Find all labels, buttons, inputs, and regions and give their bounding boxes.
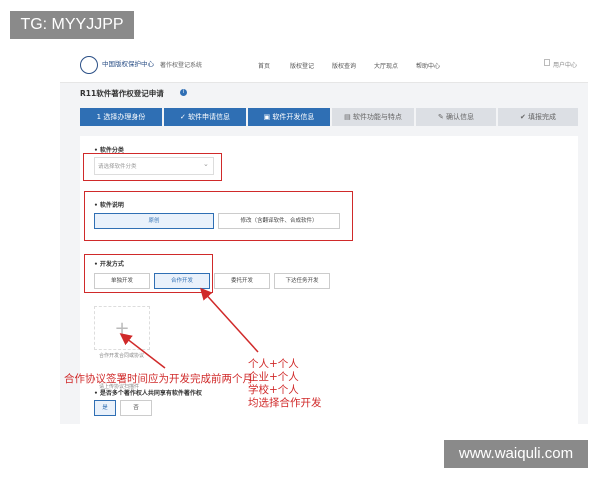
- watermark-top: TG: MYYJJPP: [10, 11, 134, 39]
- arrow-to-cooperative: [199, 287, 259, 353]
- arrow-to-upload: [119, 333, 166, 369]
- annotation-right-line-4: 均选择合作开发: [248, 397, 322, 409]
- watermark-bottom: www.waiquli.com: [444, 440, 588, 468]
- annotation-left: 合作协议签署时间应为开发完成前两个月: [64, 373, 253, 385]
